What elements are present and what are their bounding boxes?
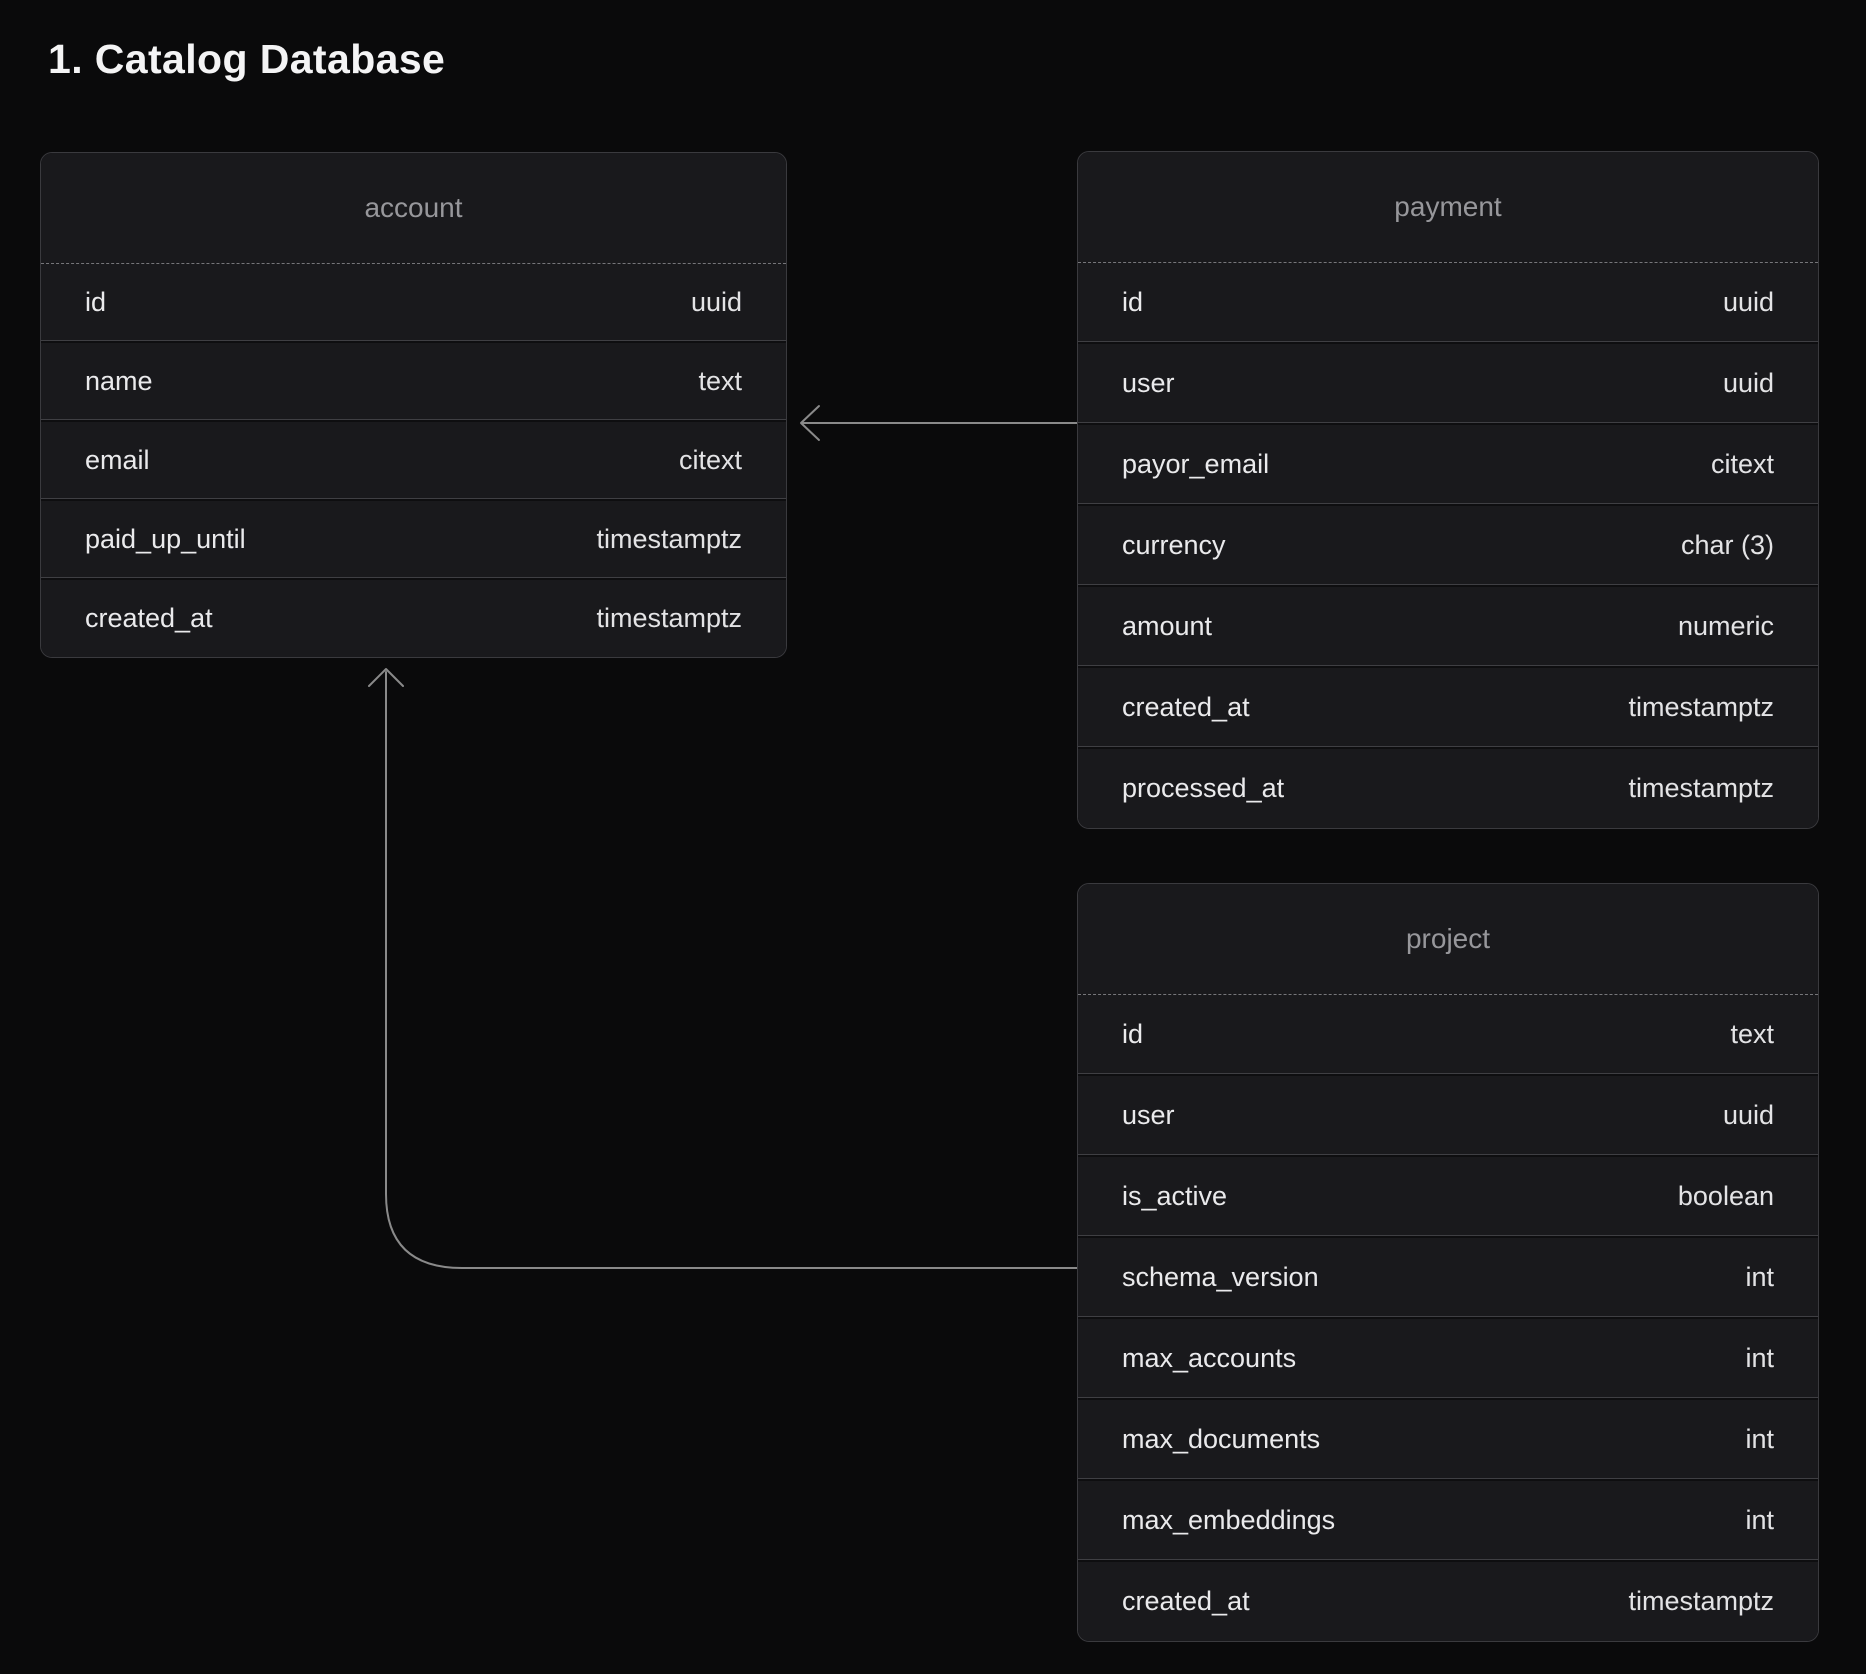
table-body: id text user uuid is_active boolean schema_ver… [1078, 995, 1818, 1641]
table-account[interactable]: account id uuid name text email citext paid_up_… [40, 152, 787, 658]
table-payment[interactable]: payment id uuid user uuid payor_email citext cu… [1077, 151, 1819, 829]
field-row-max_accounts[interactable]: max_accounts int [1078, 1319, 1818, 1398]
field-type: text [1730, 1019, 1774, 1050]
field-type: timestamptz [1628, 692, 1774, 723]
field-name: email [85, 445, 150, 476]
field-type: citext [1711, 449, 1774, 480]
field-type: uuid [691, 287, 742, 318]
field-row-paid_up_until[interactable]: paid_up_until timestamptz [41, 501, 786, 578]
relationship-line [386, 672, 1077, 1268]
field-row-processed_at[interactable]: processed_at timestamptz [1078, 749, 1818, 828]
field-name: name [85, 366, 153, 397]
field-type: timestamptz [1628, 773, 1774, 804]
field-type: uuid [1723, 368, 1774, 399]
field-type: citext [679, 445, 742, 476]
arrowhead-icon [801, 406, 819, 440]
field-row-amount[interactable]: amount numeric [1078, 587, 1818, 666]
field-row-created_at[interactable]: created_at timestamptz [1078, 1562, 1818, 1641]
field-row-created_at[interactable]: created_at timestamptz [41, 580, 786, 657]
table-title: account [364, 192, 462, 224]
field-type: timestamptz [596, 524, 742, 555]
field-type: timestamptz [596, 603, 742, 634]
field-name: id [1122, 1019, 1143, 1050]
field-name: id [85, 287, 106, 318]
table-body: iduuidnametextemailcitextpaid_up_untilti… [41, 264, 786, 657]
field-type: int [1745, 1343, 1774, 1374]
field-name: max_accounts [1122, 1343, 1296, 1374]
field-name: user [1122, 1100, 1175, 1131]
field-row-email[interactable]: email citext [41, 422, 786, 499]
arrowhead-icon [369, 669, 403, 686]
field-name: amount [1122, 611, 1212, 642]
table-title: project [1406, 923, 1490, 955]
field-row-created_at[interactable]: created_at timestamptz [1078, 668, 1818, 747]
field-row-max_embeddings[interactable]: max_embeddings int [1078, 1481, 1818, 1560]
field-row-id[interactable]: id text [1078, 995, 1818, 1074]
field-name: processed_at [1122, 773, 1284, 804]
field-type: boolean [1678, 1181, 1774, 1212]
table-project[interactable]: project id text user uuid is_active boolean sch… [1077, 883, 1819, 1642]
field-row-max_documents[interactable]: max_documents int [1078, 1400, 1818, 1479]
field-name: created_at [1122, 1586, 1250, 1617]
field-type: int [1745, 1262, 1774, 1293]
field-type: uuid [1723, 287, 1774, 318]
table-title: payment [1394, 191, 1501, 223]
field-name: created_at [85, 603, 213, 634]
field-row-id[interactable]: id uuid [1078, 263, 1818, 342]
field-row-schema_version[interactable]: schema_version int [1078, 1238, 1818, 1317]
field-row-user[interactable]: user uuid [1078, 1076, 1818, 1155]
field-type: int [1745, 1424, 1774, 1455]
field-name: created_at [1122, 692, 1250, 723]
field-type: timestamptz [1628, 1586, 1774, 1617]
page-title: 1. Catalog Database [48, 36, 445, 83]
field-type: int [1745, 1505, 1774, 1536]
field-name: currency [1122, 530, 1226, 561]
table-header-account[interactable]: account [41, 153, 786, 264]
table-header-payment[interactable]: payment [1078, 152, 1818, 263]
field-name: max_documents [1122, 1424, 1320, 1455]
field-row-is_active[interactable]: is_active boolean [1078, 1157, 1818, 1236]
field-row-payor_email[interactable]: payor_email citext [1078, 425, 1818, 504]
field-name: paid_up_until [85, 524, 246, 555]
field-name: is_active [1122, 1181, 1227, 1212]
relationship-project-to-account [369, 669, 1077, 1268]
field-name: id [1122, 287, 1143, 318]
field-name: user [1122, 368, 1175, 399]
field-name: max_embeddings [1122, 1505, 1335, 1536]
table-header-project[interactable]: project [1078, 884, 1818, 995]
field-row-id[interactable]: id uuid [41, 264, 786, 341]
field-type: char (3) [1681, 530, 1774, 561]
field-row-user[interactable]: user uuid [1078, 344, 1818, 423]
field-name: schema_version [1122, 1262, 1319, 1293]
relationship-payment-to-account [801, 406, 1077, 440]
field-row-name[interactable]: name text [41, 343, 786, 420]
field-type: text [698, 366, 742, 397]
field-type: numeric [1678, 611, 1774, 642]
field-type: uuid [1723, 1100, 1774, 1131]
field-name: payor_email [1122, 449, 1269, 480]
table-body: iduuiduseruuidpayor_emailcitextcurrencyc… [1078, 263, 1818, 828]
field-row-currency[interactable]: currency char (3) [1078, 506, 1818, 585]
